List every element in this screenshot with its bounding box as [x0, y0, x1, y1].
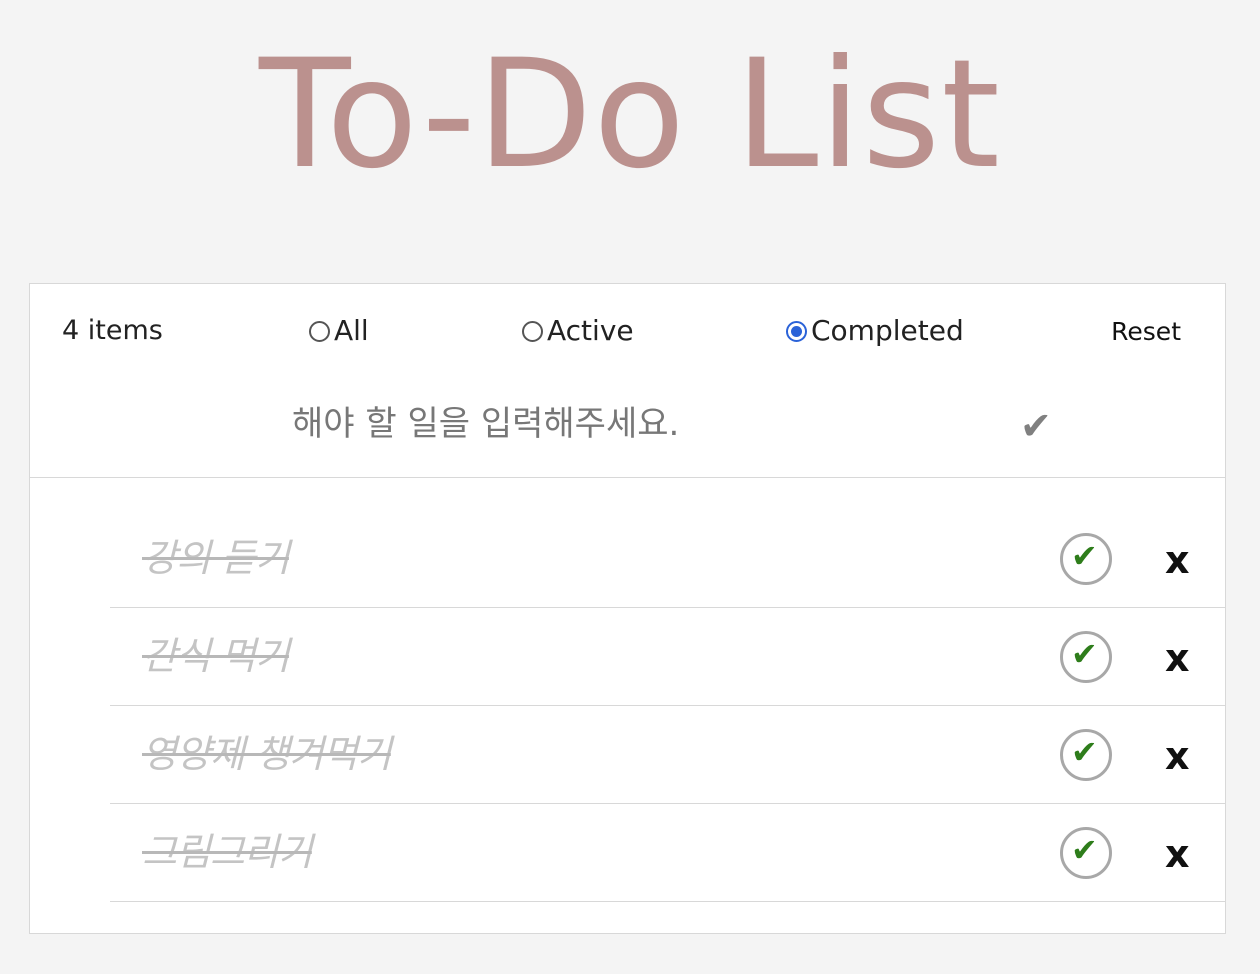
todo-list: 강의 듣기 ✔ x 간식 먹기 ✔ x 영양제 챙겨먹기 ✔ x 그림그리기 ✔	[110, 510, 1226, 902]
todo-item: 그림그리기 ✔ x	[110, 804, 1226, 902]
filter-all[interactable]: All	[309, 314, 369, 348]
todo-item-text: 간식 먹기	[142, 634, 290, 678]
check-icon: ✔	[1071, 733, 1098, 771]
todo-item-text: 강의 듣기	[142, 536, 290, 580]
filter-completed-label: Completed	[811, 314, 964, 347]
toggle-complete-button[interactable]: ✔	[1060, 533, 1112, 585]
check-icon: ✔	[1071, 635, 1098, 673]
todo-panel: 4 items All Active Completed Reset ✔ 강의 …	[29, 283, 1226, 934]
toggle-complete-button[interactable]: ✔	[1060, 827, 1112, 879]
toggle-complete-button[interactable]: ✔	[1060, 729, 1112, 781]
todo-item: 강의 듣기 ✔ x	[110, 510, 1226, 608]
check-icon: ✔	[1071, 831, 1098, 869]
item-count: 4 items	[62, 315, 163, 346]
filter-all-radio[interactable]	[309, 320, 330, 342]
page-title: To-Do List	[259, 28, 1001, 202]
delete-button[interactable]: x	[1165, 538, 1190, 582]
delete-button[interactable]: x	[1165, 832, 1190, 876]
delete-button[interactable]: x	[1165, 734, 1190, 778]
check-icon[interactable]: ✔	[1020, 404, 1052, 448]
filter-completed[interactable]: Completed	[786, 314, 964, 348]
check-icon: ✔	[1071, 537, 1098, 575]
todo-item-text: 그림그리기	[142, 830, 313, 874]
filter-active[interactable]: Active	[522, 314, 634, 348]
todo-item-text: 영양제 챙겨먹기	[142, 732, 392, 776]
reset-button[interactable]: Reset	[1111, 315, 1181, 349]
filter-completed-radio[interactable]	[786, 320, 807, 342]
toggle-complete-button[interactable]: ✔	[1060, 631, 1112, 683]
filter-bar: 4 items All Active Completed Reset	[30, 284, 1225, 380]
todo-item: 영양제 챙겨먹기 ✔ x	[110, 706, 1226, 804]
new-todo-input[interactable]	[292, 402, 992, 446]
new-todo-row: ✔	[30, 380, 1225, 478]
filter-all-label: All	[334, 314, 369, 347]
todo-item: 간식 먹기 ✔ x	[110, 608, 1226, 706]
delete-button[interactable]: x	[1165, 636, 1190, 680]
filter-active-radio[interactable]	[522, 320, 543, 342]
filter-active-label: Active	[547, 314, 634, 347]
